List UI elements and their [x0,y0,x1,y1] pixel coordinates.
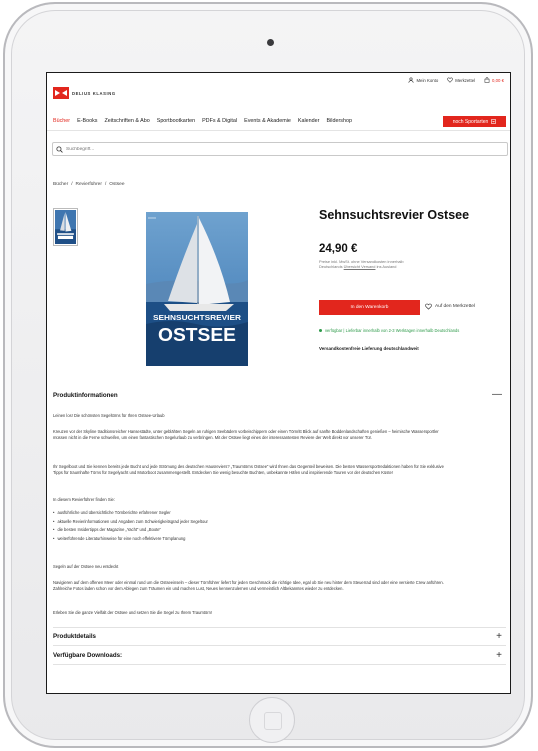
cart-bag-icon [484,77,490,83]
site-header: DELIUS KLASING Mein Konto Merkzettel 0,0… [47,73,510,113]
nav-item-picture-shop[interactable]: Bildershop [326,118,351,124]
breadcrumb: Bücher / Revierführer / Ostsee [53,182,125,187]
price-note: Preise inkl. MwSt. ohne Versandkosten in… [319,259,417,270]
account-links: Mein Konto Merkzettel 0,00 € [408,77,504,83]
search-icon [56,145,63,153]
feature-list: ausführliche und übersichtliche Törnberi… [53,509,445,544]
expand-details-toggle[interactable]: + [496,632,502,642]
price-note-end: ins Ausland [376,264,397,270]
cover-title-text: SEHNSUCHTSREVIER [153,313,242,322]
downloads-heading[interactable]: Verfügbare Downloads: [53,652,122,659]
cover-thumbnail[interactable] [53,208,78,246]
logo-mark-icon [53,87,69,99]
home-button[interactable] [249,697,295,743]
nav-item-ebooks[interactable]: E-Books [77,118,97,124]
camera-lens [267,39,274,46]
breadcrumb-books[interactable]: Bücher [53,182,68,187]
breadcrumb-guides[interactable]: Revierführer [76,182,102,187]
main-nav: Bücher E-Books Zeitschriften & Abo Sport… [53,118,352,124]
product-price: 24,90 € [319,243,358,255]
product-details-heading[interactable]: Produktdetails [53,633,96,640]
availability-text: verfügbar | Lieferbar innerhalb von 2-3 … [325,328,460,333]
heart-icon [425,303,432,310]
product-cover-image[interactable]: SEHNSUCHTSREVIER OSTSEE [146,212,248,366]
nav-divider [47,130,510,131]
expand-downloads-toggle[interactable]: + [496,651,502,661]
list-item: die besten Insidertipps der Magazine „Ya… [53,526,445,535]
user-icon [408,77,415,83]
shipping-overview-link[interactable]: Übersicht Versand [344,264,376,269]
list-item: weiterführende Literaturhinweise für ein… [53,535,445,544]
nav-item-calendar[interactable]: Kalender [298,118,320,124]
search-input[interactable] [66,146,486,152]
section-divider [53,627,506,628]
info-paragraph: Navigieren auf dem offenen Meer oder ein… [53,580,444,591]
breadcrumb-current: Ostsee [109,182,125,187]
info-subheading: Segeln auf der Ostsee neu entdeckt [53,564,119,569]
wishlist-button-label: Auf den Merkzettel [435,304,475,309]
breadcrumb-separator: / [104,182,107,187]
section-divider [53,645,506,646]
availability-status: verfügbar | Lieferbar innerhalb von 2-3 … [319,328,509,333]
cover-wordmark: SEHNSUCHTSREVIER OSTSEE [153,313,242,345]
product-title: Sehnsuchtsrevier Ostsee [319,208,470,222]
nav-item-pdfs-digital[interactable]: PDFs & Digital [202,118,237,124]
nav-item-books[interactable]: Bücher [53,118,70,124]
add-to-cart-button[interactable]: In den Warenkorb [319,300,420,315]
nav-item-magazines[interactable]: Zeitschriften & Abo [104,118,149,124]
chevron-down-icon [491,119,497,124]
cover-thumbnail-image [55,210,76,244]
more-sports-label: noch Sportarten [452,118,489,125]
product-info-heading[interactable]: Produktinformationen [53,392,118,399]
screen: DELIUS KLASING Mein Konto Merkzettel 0,0… [46,72,511,694]
search-bar[interactable] [52,142,508,156]
brand-name: DELIUS KLASING [72,90,116,96]
brand-logo[interactable]: DELIUS KLASING [53,87,116,99]
nav-item-events[interactable]: Events & Akademie [244,118,291,124]
info-intro: Leinen los! Die schönsten Segeltörns für… [53,413,165,418]
wishlist-link[interactable]: Merkzettel [447,77,475,83]
cart-link[interactable]: 0,00 € [484,77,504,83]
nav-item-charts[interactable]: Sportbootkarten [157,118,195,124]
list-item: ausführliche und übersichtliche Törnberi… [53,509,445,518]
heart-icon [447,77,454,83]
cart-amount: 0,00 € [492,77,504,83]
add-to-wishlist-button[interactable]: Auf den Merkzettel [425,303,475,310]
more-sports-button[interactable]: noch Sportarten [443,116,506,127]
tablet-frame: DELIUS KLASING Mein Konto Merkzettel 0,0… [3,2,533,748]
feature-list-intro: In diesem Revierführer finden Sie: [53,497,115,502]
collapse-info-toggle[interactable]: — [492,390,502,400]
cover-subtitle-text: OSTSEE [158,325,236,345]
wishlist-label: Merkzettel [455,77,476,83]
info-paragraph: Ihr Segelboot und Sie kennen bereits jed… [53,464,444,475]
info-closing: Erleben Sie die ganze Vielfalt der Ostse… [53,610,212,615]
account-label: Mein Konto [416,77,439,83]
account-link[interactable]: Mein Konto [408,77,438,83]
breadcrumb-separator: / [71,182,73,187]
availability-dot-icon [319,329,322,333]
free-shipping-note: Versandkostenfreie Lieferung deutschland… [319,346,419,351]
list-item: aktuelle Revierinformationen und Angaben… [53,518,445,527]
info-paragraph: Kreuzen vor der Skyline traditionsreiche… [53,429,439,440]
section-divider [53,664,506,665]
